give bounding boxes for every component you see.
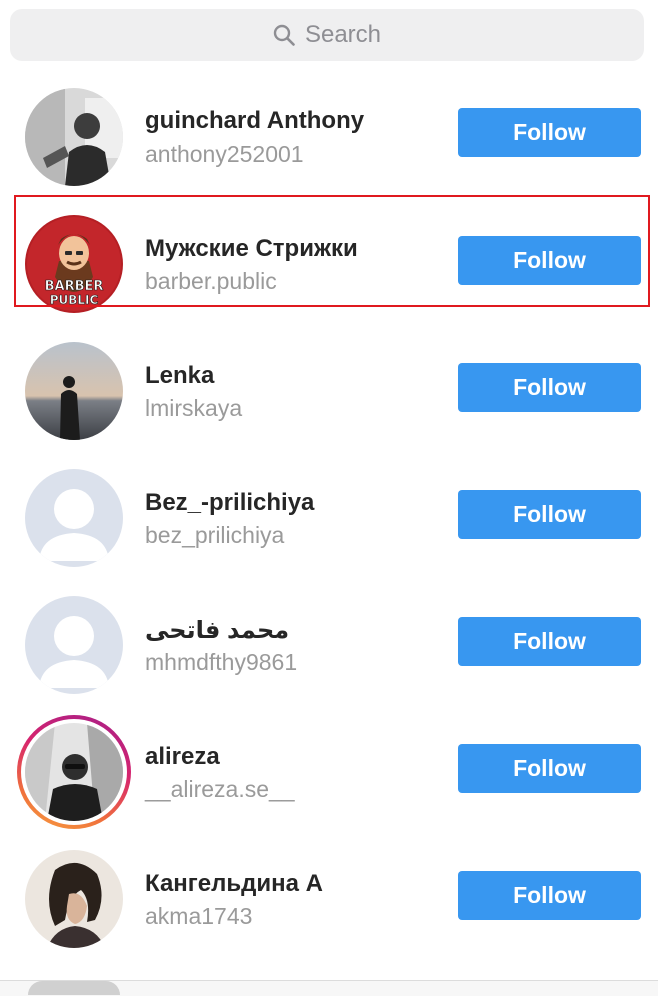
avatar-photo <box>25 342 123 440</box>
avatar[interactable] <box>25 850 123 948</box>
avatar[interactable] <box>25 342 123 440</box>
default-avatar-icon <box>25 596 123 694</box>
search-icon <box>273 24 295 46</box>
avatar[interactable] <box>25 596 123 694</box>
default-avatar-icon <box>25 469 123 567</box>
list-item[interactable]: محمد فاتحی mhmdfthy9861 Follow <box>0 591 658 701</box>
avatar[interactable] <box>25 723 123 821</box>
avatar[interactable] <box>25 88 123 186</box>
user-handle: anthony252001 <box>145 141 304 167</box>
follow-button[interactable]: Follow <box>458 744 641 793</box>
user-handle: __alireza.se__ <box>145 776 295 802</box>
list-item[interactable]: Bez_-prilichiya bez_prilichiya Follow <box>0 464 658 574</box>
user-display-name: Bez_-prilichiya <box>145 489 315 516</box>
user-display-name: محمد فاتحی <box>145 617 290 644</box>
follow-button[interactable]: Follow <box>458 617 641 666</box>
user-handle: bez_prilichiya <box>145 522 285 548</box>
user-display-name: Lenka <box>145 362 215 389</box>
user-handle: akma1743 <box>145 903 253 929</box>
highlight-box <box>14 195 650 307</box>
avatar[interactable] <box>25 469 123 567</box>
follow-button[interactable]: Follow <box>458 108 641 157</box>
follow-button[interactable]: Follow <box>458 363 641 412</box>
user-display-name: alireza <box>145 743 220 770</box>
user-handle: mhmdfthy9861 <box>145 649 298 675</box>
user-display-name: Кангельдина А <box>145 870 323 897</box>
search-input[interactable]: Search <box>10 9 644 61</box>
avatar-photo <box>25 723 123 821</box>
list-item[interactable]: Lenka lmirskaya Follow <box>0 337 658 447</box>
user-handle: lmirskaya <box>145 395 243 421</box>
user-display-name: guinchard Anthony <box>145 107 365 134</box>
next-row-peek <box>0 980 658 996</box>
avatar-photo <box>25 850 123 948</box>
list-item[interactable]: guinchard Anthony anthony252001 Follow <box>0 83 658 193</box>
search-placeholder: Search <box>304 21 382 48</box>
avatar-photo <box>25 88 123 186</box>
follow-button[interactable]: Follow <box>458 490 641 539</box>
list-item[interactable]: Кангельдина А akma1743 Follow <box>0 845 658 955</box>
follow-button[interactable]: Follow <box>458 871 641 920</box>
avatar <box>28 981 120 995</box>
list-item[interactable]: alireza __alireza.se__ Follow <box>0 715 658 829</box>
